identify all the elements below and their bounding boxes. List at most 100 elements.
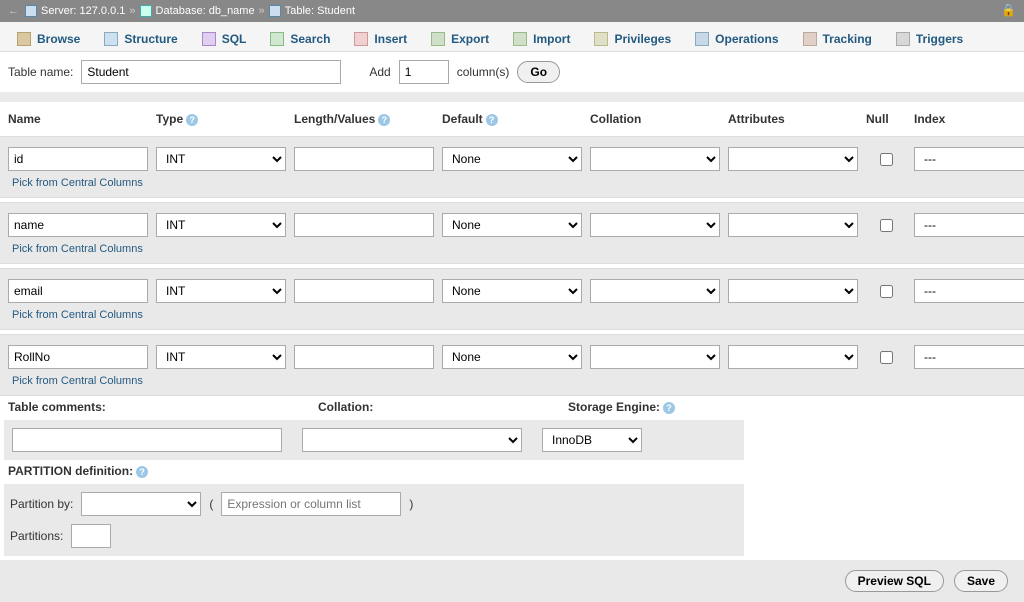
crumb-server[interactable]: Server: 127.0.0.1 <box>25 5 125 17</box>
pick-central-columns-link[interactable]: Pick from Central Columns <box>12 375 1016 387</box>
field-attributes-select[interactable] <box>728 345 858 369</box>
hdr-attributes: Attributes <box>728 112 858 126</box>
field-attributes-select[interactable] <box>728 279 858 303</box>
field-name-input[interactable] <box>8 147 148 171</box>
pick-central-columns-link[interactable]: Pick from Central Columns <box>12 177 1016 189</box>
save-button[interactable]: Save <box>954 570 1008 592</box>
insert-icon <box>354 32 368 46</box>
crumb-database-label: Database: db_name <box>156 5 255 17</box>
hdr-collation: Collation <box>590 112 720 126</box>
field-default-select[interactable]: None <box>442 345 582 369</box>
columns-label: column(s) <box>457 65 510 79</box>
field-length-input[interactable] <box>294 279 434 303</box>
table-name-input[interactable] <box>81 60 341 84</box>
field-default-select[interactable]: None <box>442 147 582 171</box>
tab-import-label: Import <box>533 32 570 46</box>
partitions-input[interactable] <box>71 524 111 548</box>
table-name-row: Table name: Add column(s) Go <box>0 52 1024 92</box>
tab-export-label: Export <box>451 32 489 46</box>
help-icon[interactable]: ? <box>136 466 148 478</box>
partitions-row: Partitions: <box>4 520 744 552</box>
tab-triggers-label: Triggers <box>916 32 963 46</box>
tab-sql-label: SQL <box>222 32 247 46</box>
tab-strip: Browse Structure SQL Search Insert Expor… <box>0 22 1024 52</box>
collation-label: Collation: <box>318 400 538 414</box>
tab-sql[interactable]: SQL <box>191 26 258 51</box>
field-collation-select[interactable] <box>590 345 720 369</box>
pick-central-columns-link[interactable]: Pick from Central Columns <box>12 243 1016 255</box>
partition-by-row: Partition by: ( ) <box>4 488 744 520</box>
server-icon <box>25 5 37 17</box>
field-collation-select[interactable] <box>590 279 720 303</box>
lower-panel: InnoDB <box>4 420 744 460</box>
tab-triggers[interactable]: Triggers <box>885 26 974 51</box>
field-null-checkbox[interactable] <box>870 285 903 298</box>
help-icon[interactable]: ? <box>663 402 675 414</box>
field-index-select[interactable]: --- <box>914 279 1024 303</box>
privileges-icon <box>594 32 608 46</box>
field-attributes-select[interactable] <box>728 213 858 237</box>
field-name-input[interactable] <box>8 279 148 303</box>
field-type-select[interactable]: INT <box>156 345 286 369</box>
tab-browse[interactable]: Browse <box>6 26 91 51</box>
back-arrow[interactable]: ← <box>8 5 19 17</box>
hdr-name: Name <box>8 112 148 126</box>
help-icon[interactable]: ? <box>186 114 198 126</box>
field-default-select[interactable]: None <box>442 213 582 237</box>
field-type-select[interactable]: INT <box>156 213 286 237</box>
paren-close: ) <box>409 497 413 511</box>
tab-import[interactable]: Import <box>502 26 581 51</box>
field-collation-select[interactable] <box>590 213 720 237</box>
hdr-null: Null <box>866 112 906 126</box>
tab-structure[interactable]: Structure <box>93 26 188 51</box>
tracking-icon <box>803 32 817 46</box>
tab-insert[interactable]: Insert <box>343 26 418 51</box>
field-length-input[interactable] <box>294 213 434 237</box>
field-length-input[interactable] <box>294 345 434 369</box>
help-icon[interactable]: ? <box>486 114 498 126</box>
partition-by-select[interactable] <box>81 492 201 516</box>
tab-export[interactable]: Export <box>420 26 500 51</box>
table-comments-input[interactable] <box>12 428 282 452</box>
field-row: INT None --- Pick from Central Columns <box>0 202 1024 264</box>
tab-privileges-label: Privileges <box>614 32 671 46</box>
storage-engine-label: Storage Engine:? <box>568 400 675 414</box>
tab-operations[interactable]: Operations <box>684 26 789 51</box>
field-row: INT None --- Pick from Central Columns <box>0 136 1024 198</box>
field-default-select[interactable]: None <box>442 279 582 303</box>
crumb-database[interactable]: Database: db_name <box>140 5 255 17</box>
field-type-select[interactable]: INT <box>156 147 286 171</box>
collation-select[interactable] <box>302 428 522 452</box>
add-count-input[interactable] <box>399 60 449 84</box>
import-icon <box>513 32 527 46</box>
operations-icon <box>695 32 709 46</box>
crumb-table[interactable]: Table: Student <box>269 5 355 17</box>
field-name-input[interactable] <box>8 213 148 237</box>
go-button[interactable]: Go <box>517 61 560 83</box>
field-index-select[interactable]: --- <box>914 147 1024 171</box>
field-name-input[interactable] <box>8 345 148 369</box>
field-index-select[interactable]: --- <box>914 345 1024 369</box>
tab-privileges[interactable]: Privileges <box>583 26 682 51</box>
partition-by-label: Partition by: <box>10 497 73 511</box>
hdr-index: Index <box>914 112 1024 126</box>
field-length-input[interactable] <box>294 147 434 171</box>
tab-tracking[interactable]: Tracking <box>792 26 883 51</box>
help-icon[interactable]: ? <box>378 114 390 126</box>
tab-search[interactable]: Search <box>259 26 341 51</box>
field-type-select[interactable]: INT <box>156 279 286 303</box>
field-null-checkbox[interactable] <box>870 351 903 364</box>
field-null-checkbox[interactable] <box>870 219 903 232</box>
pick-central-columns-link[interactable]: Pick from Central Columns <box>12 309 1016 321</box>
field-row: INT None --- Pick from Central Columns <box>0 268 1024 330</box>
field-index-select[interactable]: --- <box>914 213 1024 237</box>
storage-engine-select[interactable]: InnoDB <box>542 428 642 452</box>
crumb-sep-2: » <box>259 5 265 17</box>
field-attributes-select[interactable] <box>728 147 858 171</box>
lock-icon[interactable]: 🔒 <box>1001 3 1016 17</box>
hdr-type: Type? <box>156 112 286 126</box>
preview-sql-button[interactable]: Preview SQL <box>845 570 944 592</box>
field-null-checkbox[interactable] <box>870 153 903 166</box>
field-collation-select[interactable] <box>590 147 720 171</box>
partition-expression-input[interactable] <box>221 492 401 516</box>
